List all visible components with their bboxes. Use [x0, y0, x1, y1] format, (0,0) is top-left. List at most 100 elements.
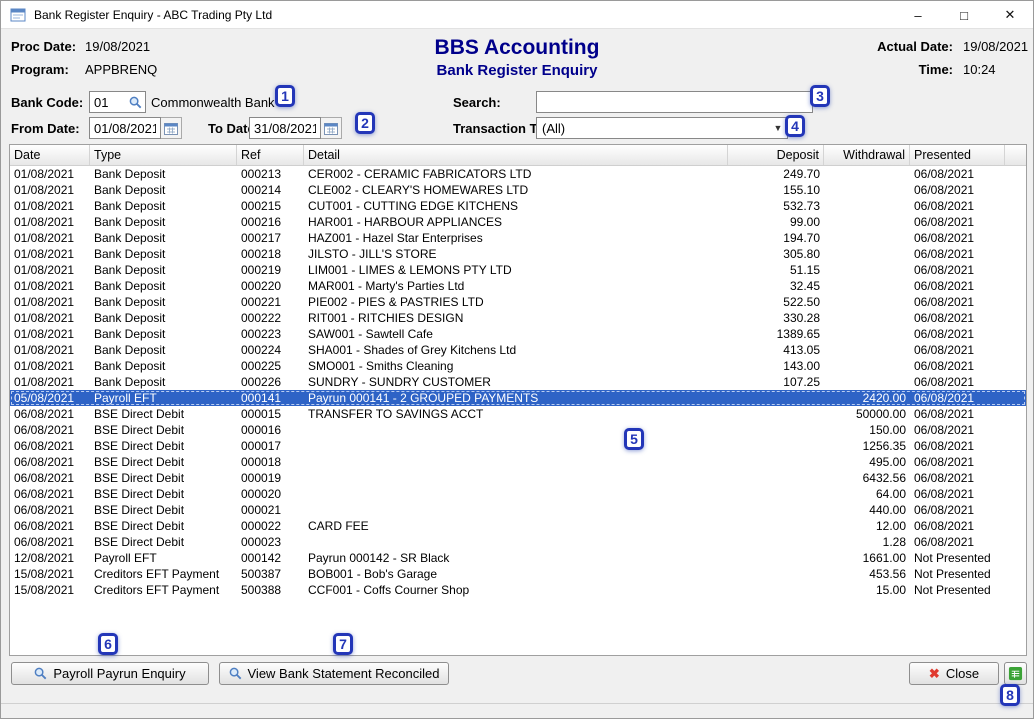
table-cell: BSE Direct Debit — [90, 518, 237, 534]
to-date-calendar-icon[interactable] — [321, 117, 342, 139]
table-cell: 01/08/2021 — [10, 278, 90, 294]
close-x-icon: ✖ — [929, 666, 940, 682]
table-row[interactable]: 06/08/2021BSE Direct Debit000022CARD FEE… — [10, 518, 1026, 534]
search-input[interactable] — [536, 91, 813, 113]
view-bank-statement-reconciled-button[interactable]: View Bank Statement Reconciled — [219, 662, 449, 685]
table-cell: 000216 — [237, 214, 304, 230]
table-row[interactable]: 12/08/2021Payroll EFT000142Payrun 000142… — [10, 550, 1026, 566]
table-row[interactable]: 01/08/2021Bank Deposit000213CER002 - CER… — [10, 166, 1026, 182]
table-row[interactable]: 01/08/2021Bank Deposit000223SAW001 - Saw… — [10, 326, 1026, 342]
table-cell: Bank Deposit — [90, 214, 237, 230]
table-row[interactable]: 01/08/2021Bank Deposit000225SMO001 - Smi… — [10, 358, 1026, 374]
column-header-presented[interactable]: Presented — [910, 145, 1005, 165]
table-cell: 06/08/2021 — [910, 230, 1005, 246]
table-row[interactable]: 01/08/2021Bank Deposit000222RIT001 - RIT… — [10, 310, 1026, 326]
table-cell: 06/08/2021 — [910, 358, 1005, 374]
actual-date-label: Actual Date: — [877, 39, 953, 54]
table-cell — [728, 390, 824, 406]
table-cell: Not Presented — [910, 566, 1005, 582]
table-cell: 000019 — [237, 470, 304, 486]
table-cell: 155.10 — [728, 182, 824, 198]
table-cell: BSE Direct Debit — [90, 454, 237, 470]
table-cell — [824, 246, 910, 262]
table-cell: Bank Deposit — [90, 230, 237, 246]
table-row[interactable]: 06/08/2021BSE Direct Debit00002064.0006/… — [10, 486, 1026, 502]
bank-name: Commonwealth Bank — [151, 95, 275, 110]
actual-date-value: 19/08/2021 — [963, 39, 1028, 54]
transaction-type-select[interactable]: (All) ▼ — [536, 117, 788, 139]
to-date-input[interactable] — [249, 117, 321, 139]
column-header-type[interactable]: Type — [90, 145, 237, 165]
column-header-detail[interactable]: Detail — [304, 145, 728, 165]
table-cell: 000023 — [237, 534, 304, 550]
table-cell — [824, 262, 910, 278]
table-cell: TRANSFER TO SAVINGS ACCT — [304, 406, 728, 422]
table-cell: 06/08/2021 — [910, 182, 1005, 198]
table-cell: 06/08/2021 — [910, 470, 1005, 486]
close-window-button[interactable]: ✕ — [987, 1, 1033, 29]
table-cell: 99.00 — [728, 214, 824, 230]
table-cell: 06/08/2021 — [910, 214, 1005, 230]
export-to-excel-button[interactable] — [1004, 662, 1027, 685]
column-header-filler — [1005, 145, 1026, 165]
table-row[interactable]: 01/08/2021Bank Deposit000220MAR001 - Mar… — [10, 278, 1026, 294]
table-row[interactable]: 15/08/2021Creditors EFT Payment500387BOB… — [10, 566, 1026, 582]
callout-3: 3 — [810, 85, 830, 107]
table-cell — [304, 438, 728, 454]
table-cell: 01/08/2021 — [10, 358, 90, 374]
table-cell: BSE Direct Debit — [90, 486, 237, 502]
table-cell: 15.00 — [824, 582, 910, 598]
title-bar[interactable]: Bank Register Enquiry - ABC Trading Pty … — [1, 1, 1033, 29]
table-row[interactable]: 01/08/2021Bank Deposit000216HAR001 - HAR… — [10, 214, 1026, 230]
table-row[interactable]: 06/08/2021BSE Direct Debit0000171256.350… — [10, 438, 1026, 454]
table-row[interactable]: 01/08/2021Bank Deposit000224SHA001 - Sha… — [10, 342, 1026, 358]
table-row[interactable]: 15/08/2021Creditors EFT Payment500388CCF… — [10, 582, 1026, 598]
table-cell: 01/08/2021 — [10, 294, 90, 310]
table-row[interactable]: 06/08/2021BSE Direct Debit0000196432.560… — [10, 470, 1026, 486]
bank-code-field[interactable] — [89, 91, 146, 113]
table-cell: BSE Direct Debit — [90, 502, 237, 518]
table-row[interactable]: 01/08/2021Bank Deposit000219LIM001 - LIM… — [10, 262, 1026, 278]
from-date-input[interactable] — [89, 117, 161, 139]
table-cell: SHA001 - Shades of Grey Kitchens Ltd — [304, 342, 728, 358]
bank-code-label: Bank Code: — [11, 95, 83, 110]
table-row[interactable]: 05/08/2021Payroll EFT000141Payrun 000141… — [10, 390, 1026, 406]
table-row[interactable]: 01/08/2021Bank Deposit000226SUNDRY - SUN… — [10, 374, 1026, 390]
table-row[interactable]: 01/08/2021Bank Deposit000217HAZ001 - Haz… — [10, 230, 1026, 246]
payroll-payrun-enquiry-button[interactable]: Payroll Payrun Enquiry — [11, 662, 209, 685]
bank-code-input[interactable] — [90, 95, 120, 110]
minimize-button[interactable]: – — [895, 1, 941, 29]
close-label: Close — [946, 666, 979, 681]
table-row[interactable]: 01/08/2021Bank Deposit000215CUT001 - CUT… — [10, 198, 1026, 214]
column-header-date[interactable]: Date — [10, 145, 90, 165]
from-date-calendar-icon[interactable] — [161, 117, 182, 139]
column-header-withdrawal[interactable]: Withdrawal — [824, 145, 910, 165]
table-cell: SMO001 - Smiths Cleaning — [304, 358, 728, 374]
column-header-deposit[interactable]: Deposit — [728, 145, 824, 165]
table-cell: 2420.00 — [824, 390, 910, 406]
table-cell: BSE Direct Debit — [90, 422, 237, 438]
table-row[interactable]: 06/08/2021BSE Direct Debit000018495.0006… — [10, 454, 1026, 470]
table-row[interactable]: 06/08/2021BSE Direct Debit000016150.0006… — [10, 422, 1026, 438]
close-button[interactable]: ✖ Close — [909, 662, 999, 685]
table-cell: 06/08/2021 — [910, 326, 1005, 342]
table-row[interactable]: 06/08/2021BSE Direct Debit000021440.0006… — [10, 502, 1026, 518]
table-cell: 495.00 — [824, 454, 910, 470]
table-cell: 107.25 — [728, 374, 824, 390]
table-cell: 000218 — [237, 246, 304, 262]
column-header-ref[interactable]: Ref — [237, 145, 304, 165]
table-row[interactable]: 01/08/2021Bank Deposit000214CLE002 - CLE… — [10, 182, 1026, 198]
table-row[interactable]: 01/08/2021Bank Deposit000218JILSTO - JIL… — [10, 246, 1026, 262]
table-row[interactable]: 06/08/2021BSE Direct Debit000015TRANSFER… — [10, 406, 1026, 422]
table-row[interactable]: 01/08/2021Bank Deposit000221PIE002 - PIE… — [10, 294, 1026, 310]
table-cell — [728, 438, 824, 454]
bank-code-search-icon[interactable] — [129, 96, 142, 109]
table-cell — [728, 502, 824, 518]
table-cell: 06/08/2021 — [910, 166, 1005, 182]
callout-6: 6 — [98, 633, 118, 655]
table-cell: 06/08/2021 — [910, 310, 1005, 326]
maximize-button[interactable]: □ — [941, 1, 987, 29]
screen-title: Bank Register Enquiry — [1, 62, 1033, 79]
table-cell: 01/08/2021 — [10, 166, 90, 182]
table-row[interactable]: 06/08/2021BSE Direct Debit0000231.2806/0… — [10, 534, 1026, 550]
